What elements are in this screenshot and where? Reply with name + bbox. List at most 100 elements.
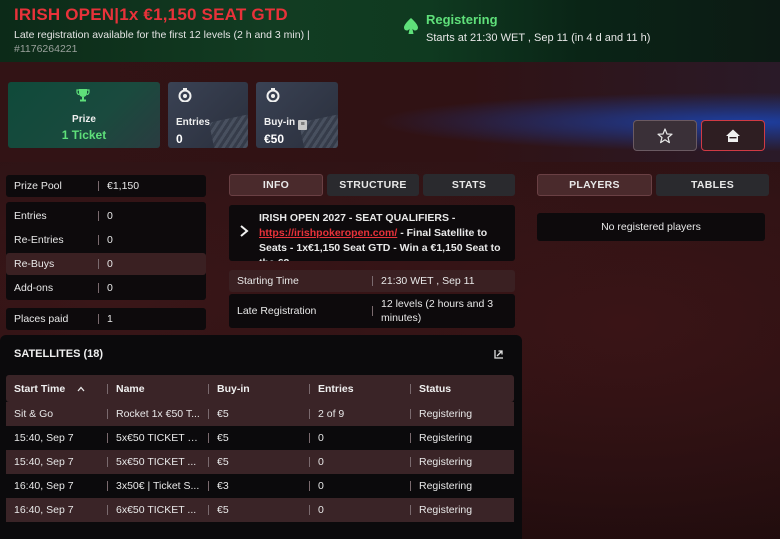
satellites-table: Start Time Name Buy-in Entries Status Si… [6, 375, 514, 522]
favorite-button[interactable] [633, 120, 697, 151]
column-start-time[interactable]: Start Time [6, 375, 107, 402]
buyin-label-text: Buy-in [264, 117, 296, 128]
places-paid-row: Places paid 1 [6, 308, 206, 330]
late-registration-label: Late Registration [237, 305, 317, 317]
tab-players[interactable]: PLAYERS [537, 174, 652, 196]
re-entries-row: Re-Entries 0 [6, 229, 206, 251]
re-entries-value: 0 [107, 234, 113, 246]
sort-up-icon[interactable] [77, 386, 85, 392]
tab-tables[interactable]: TABLES [656, 174, 769, 196]
expand-icon[interactable] [494, 349, 504, 359]
table-row[interactable]: Sit & Go Rocket 1x €50 T... €5 2 of 9 Re… [6, 402, 514, 426]
start-time-text: Starts at 21:30 WET , Sep 11 (in 4 d and… [426, 32, 651, 44]
cell-start-time: 15:40, Sep 7 [14, 456, 74, 468]
cell-entries: 2 of 9 [318, 408, 345, 420]
prize-pool-label: Prize Pool [14, 180, 62, 192]
cell-name: 5x€50 TICKET ... [116, 456, 197, 468]
cell-entries: 0 [318, 432, 324, 444]
cell-name: 5x€50 TICKET SAT [116, 432, 200, 444]
cell-entries: 0 [318, 456, 324, 468]
cell-status: Registering [419, 480, 473, 492]
tournament-id: #1176264221 [14, 43, 78, 55]
trophy-icon [76, 89, 90, 102]
buyin-label: Buy-in ≡ [264, 117, 308, 130]
chips-decoration [208, 114, 248, 148]
tab-stats[interactable]: STATS [423, 174, 515, 196]
prize-tile: Prize 1 Ticket [8, 82, 160, 148]
cell-status: Registering [419, 432, 473, 444]
chevron-right-icon[interactable] [239, 225, 249, 237]
cell-start-time: 16:40, Sep 7 [14, 480, 74, 492]
cell-buyin: €3 [217, 480, 229, 492]
column-entries[interactable]: Entries [309, 375, 410, 402]
starting-time-row: Starting Time 21:30 WET , Sep 11 [229, 270, 515, 292]
prize-value: 1 Ticket [61, 128, 107, 142]
tab-structure[interactable]: STRUCTURE [327, 174, 419, 196]
cell-status: Registering [419, 504, 473, 516]
satellites-title: SATELLITES (18) [14, 348, 104, 360]
cell-entries: 0 [318, 504, 324, 516]
buyin-tile[interactable]: Buy-in ≡ €50 [256, 82, 338, 148]
no-players-message: No registered players [537, 213, 765, 241]
description-prefix: IRISH OPEN 2027 - SEAT QUALIFIERS - [259, 212, 456, 224]
cell-name: 6x€50 TICKET ... [116, 504, 197, 516]
lobby-home-button[interactable] [701, 120, 765, 151]
column-buyin[interactable]: Buy-in [208, 375, 309, 402]
info-tabs: INFO STRUCTURE STATS [229, 174, 515, 196]
entries-value: 0 [176, 132, 183, 146]
prize-label: Prize [72, 114, 96, 125]
cell-status: Registering [419, 408, 473, 420]
column-status[interactable]: Status [410, 375, 514, 402]
cell-start-time: 16:40, Sep 7 [14, 504, 74, 516]
tournament-banner: Prize 1 Ticket Entries 0 Buy-in ≡ €50 [0, 62, 780, 162]
description-link[interactable]: https://irishpokeropen.com/ [259, 227, 397, 239]
tournament-subtitle: Late registration available for the firs… [14, 28, 344, 56]
players-tabs: PLAYERS TABLES [537, 174, 769, 196]
column-label: Entries [318, 382, 354, 395]
tab-info[interactable]: INFO [229, 174, 323, 196]
chip-icon [178, 88, 192, 102]
add-ons-label: Add-ons [14, 282, 54, 294]
late-registration-value: 12 levels (2 hours and 3 minutes) [381, 298, 494, 324]
column-label: Status [419, 382, 452, 395]
tournament-header: IRISH OPEN|1x €1,150 SEAT GTD Late regis… [0, 0, 780, 62]
description-link-part1: https:// [259, 227, 294, 239]
cell-name: Rocket 1x €50 T... [116, 408, 200, 420]
table-row[interactable]: 16:40, Sep 7 6x€50 TICKET ... €5 0 Regis… [6, 498, 514, 522]
re-buys-value: 0 [107, 258, 113, 270]
entries-stat-value: 0 [107, 210, 113, 222]
tournament-description[interactable]: IRISH OPEN 2027 - SEAT QUALIFIERS - http… [229, 205, 515, 261]
add-ons-value: 0 [107, 282, 113, 294]
table-row[interactable]: 15:40, Sep 7 5x€50 TICKET SAT €5 0 Regis… [6, 426, 514, 450]
home-icon [726, 129, 740, 142]
late-registration-row: Late Registration 12 levels (2 hours and… [229, 294, 515, 328]
column-label: Name [116, 382, 145, 395]
buyin-value: €50 [264, 132, 285, 146]
cell-buyin: €5 [217, 456, 229, 468]
star-icon [657, 127, 673, 143]
cell-entries: 0 [318, 480, 324, 492]
tournament-title: IRISH OPEN|1x €1,150 SEAT GTD [14, 5, 288, 24]
table-row[interactable]: 15:40, Sep 7 5x€50 TICKET ... €5 0 Regis… [6, 450, 514, 474]
places-paid-value: 1 [107, 313, 113, 325]
add-ons-row: Add-ons 0 [6, 277, 206, 299]
entries-row: Entries 0 [6, 205, 206, 227]
entries-stat-label: Entries [14, 210, 47, 222]
registration-status: Registering Starts at 21:30 WET , Sep 11… [404, 12, 650, 44]
satellites-panel: SATELLITES (18) Start Time Name Buy-in E… [0, 335, 522, 539]
document-icon[interactable]: ≡ [298, 120, 308, 130]
prize-pool-value: €1,150 [107, 180, 140, 192]
column-label: Start Time [14, 382, 66, 395]
cell-buyin: €5 [217, 408, 229, 420]
table-header: Start Time Name Buy-in Entries Status [6, 375, 514, 402]
cell-status: Registering [419, 456, 473, 468]
starting-time-label: Starting Time [237, 275, 299, 287]
cell-start-time: 15:40, Sep 7 [14, 432, 74, 444]
starting-time-value: 21:30 WET , Sep 11 [381, 275, 475, 287]
column-label: Buy-in [217, 382, 250, 395]
status-badge: Registering [426, 12, 498, 27]
column-name[interactable]: Name [107, 375, 208, 402]
cell-name: 3x50€ | Ticket S... [116, 480, 200, 492]
table-row[interactable]: 16:40, Sep 7 3x50€ | Ticket S... €3 0 Re… [6, 474, 514, 498]
entries-tile: Entries 0 [168, 82, 248, 148]
